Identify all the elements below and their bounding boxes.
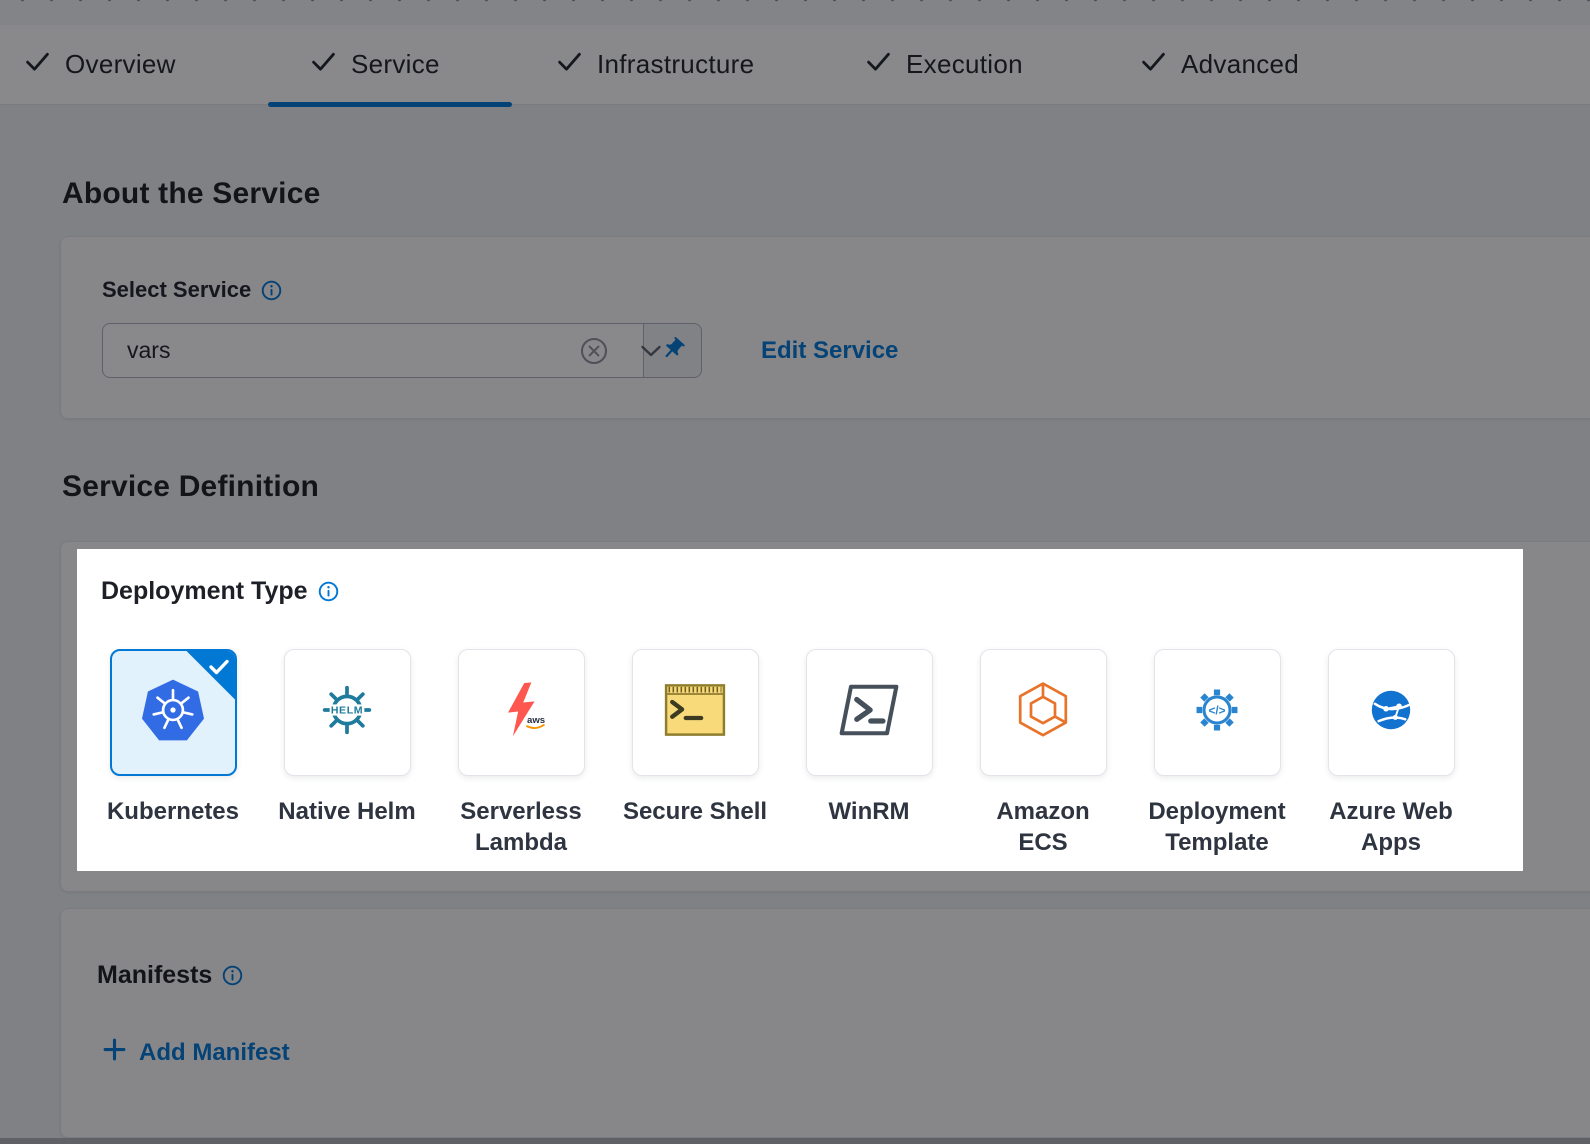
amazon-ecs-tile[interactable] bbox=[980, 649, 1107, 776]
about-service-card: Select Service Edit Service bbox=[60, 236, 1590, 419]
deployment-type-label-native-helm: Native Helm bbox=[278, 796, 415, 827]
deployment-type-label-kubernetes: Kubernetes bbox=[107, 796, 239, 827]
check-icon bbox=[1140, 48, 1167, 82]
chevron-down-icon[interactable] bbox=[640, 344, 662, 357]
tab-label: Infrastructure bbox=[597, 49, 754, 80]
plus-icon bbox=[102, 1037, 127, 1069]
manifests-heading: Manifests bbox=[97, 961, 243, 990]
helm-icon: HELM bbox=[316, 679, 378, 746]
service-definition-heading: Service Definition bbox=[62, 470, 319, 504]
tab-infrastructure[interactable]: Infrastructure bbox=[556, 25, 754, 104]
deployment-template-icon: </> bbox=[1186, 679, 1248, 746]
serverless-lambda-tile[interactable]: aws bbox=[458, 649, 585, 776]
azure-web-apps-tile[interactable] bbox=[1328, 649, 1455, 776]
secure-shell-icon bbox=[663, 682, 727, 743]
svg-text:HELM: HELM bbox=[331, 705, 363, 717]
azure-web-apps-icon bbox=[1360, 679, 1422, 746]
tab-service[interactable]: Service bbox=[310, 25, 440, 104]
deployment-type-label-deployment-template: Deployment Template bbox=[1148, 796, 1285, 858]
deployment-type-panel: Deployment Type bbox=[77, 549, 1523, 871]
deployment-type-deployment-template: </> Deployment Template bbox=[1130, 649, 1304, 858]
add-manifest-label: Add Manifest bbox=[139, 1039, 290, 1067]
selected-check-icon bbox=[208, 658, 230, 681]
check-icon bbox=[310, 48, 337, 82]
tab-advanced[interactable]: Advanced bbox=[1140, 25, 1299, 104]
deployment-type-winrm: WinRM bbox=[782, 649, 956, 858]
svg-text:</>: </> bbox=[1208, 704, 1225, 717]
deployment-type-tiles: Kubernetes HELM Na bbox=[86, 649, 1478, 858]
winrm-tile[interactable] bbox=[806, 649, 933, 776]
deployment-type-label-secure-shell: Secure Shell bbox=[623, 796, 767, 827]
deployment-type-label-text: Deployment Type bbox=[101, 577, 308, 606]
active-tab-underline bbox=[268, 102, 512, 107]
tab-label: Execution bbox=[906, 49, 1023, 80]
check-icon bbox=[865, 48, 892, 82]
native-helm-tile[interactable]: HELM bbox=[284, 649, 411, 776]
manifests-heading-text: Manifests bbox=[97, 961, 212, 990]
svg-text:aws: aws bbox=[527, 715, 545, 726]
deployment-template-tile[interactable]: </> bbox=[1154, 649, 1281, 776]
info-icon[interactable] bbox=[318, 581, 339, 602]
secure-shell-tile[interactable] bbox=[632, 649, 759, 776]
add-manifest-button[interactable]: Add Manifest bbox=[102, 1037, 290, 1069]
info-icon[interactable] bbox=[261, 280, 282, 301]
serverless-lambda-icon: aws bbox=[491, 680, 551, 745]
deployment-type-label-amazon-ecs: Amazon ECS bbox=[996, 796, 1089, 858]
service-select-input[interactable] bbox=[102, 323, 644, 378]
pipeline-canvas-strip bbox=[0, 0, 1590, 25]
manifests-card: Manifests Add Manifest bbox=[60, 908, 1590, 1138]
deployment-type-amazon-ecs: Amazon ECS bbox=[956, 649, 1130, 858]
deployment-type-label-serverless-lambda: Serverless Lambda bbox=[460, 796, 581, 858]
tab-label: Service bbox=[351, 49, 440, 80]
service-select-row bbox=[102, 323, 702, 378]
clear-icon[interactable] bbox=[580, 337, 608, 365]
tab-label: Advanced bbox=[1181, 49, 1299, 80]
deployment-type-kubernetes: Kubernetes bbox=[86, 649, 260, 858]
check-icon bbox=[24, 48, 51, 82]
pin-icon bbox=[660, 336, 686, 365]
winrm-icon bbox=[837, 682, 901, 743]
tab-overview[interactable]: Overview bbox=[24, 25, 176, 104]
stage-tab-bar: Overview Service Infrastructure Executio… bbox=[0, 25, 1590, 105]
select-service-label-text: Select Service bbox=[102, 277, 251, 303]
deployment-type-secure-shell: Secure Shell bbox=[608, 649, 782, 858]
tab-label: Overview bbox=[65, 49, 176, 80]
edit-service-link[interactable]: Edit Service bbox=[761, 323, 898, 378]
deployment-type-native-helm: HELM Native Helm bbox=[260, 649, 434, 858]
deployment-type-serverless-lambda: aws Serverless Lambda bbox=[434, 649, 608, 858]
tab-execution[interactable]: Execution bbox=[865, 25, 1023, 104]
page-bottom-strip bbox=[0, 1138, 1590, 1144]
kubernetes-icon bbox=[140, 678, 206, 747]
deployment-type-label-azure-web-apps: Azure Web Apps bbox=[1329, 796, 1453, 858]
deployment-type-azure-web-apps: Azure Web Apps bbox=[1304, 649, 1478, 858]
info-icon[interactable] bbox=[222, 965, 243, 986]
amazon-ecs-icon bbox=[1013, 680, 1073, 745]
kubernetes-tile[interactable] bbox=[110, 649, 237, 776]
select-service-label: Select Service bbox=[102, 277, 282, 303]
deployment-type-label: Deployment Type bbox=[101, 577, 339, 606]
deployment-type-label-winrm: WinRM bbox=[828, 796, 909, 827]
about-service-heading: About the Service bbox=[62, 177, 320, 211]
check-icon bbox=[556, 48, 583, 82]
